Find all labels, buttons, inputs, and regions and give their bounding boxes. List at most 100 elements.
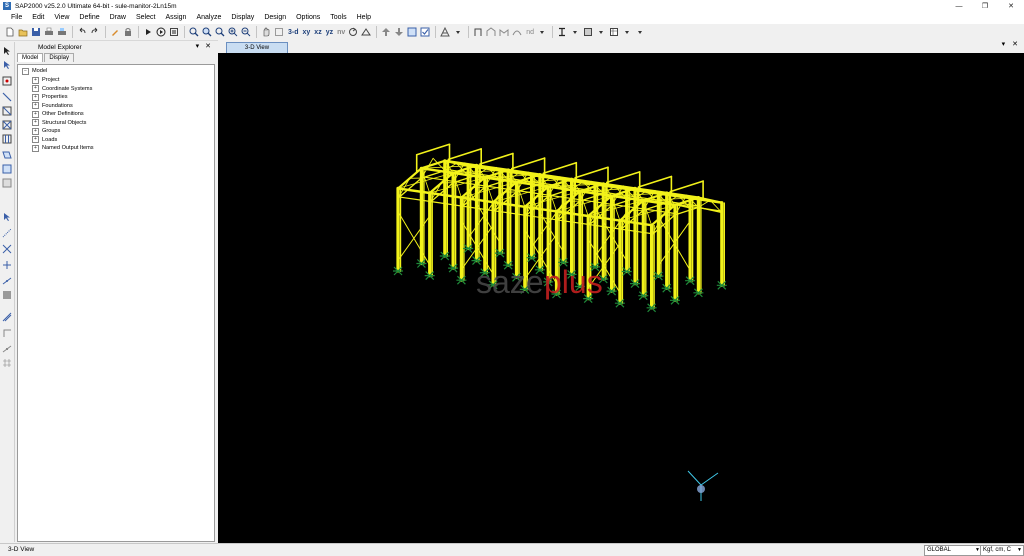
tree-node-groups[interactable]: + Groups	[32, 127, 60, 135]
explorer-close-button[interactable]: ✕	[205, 42, 211, 50]
snap-grid-icon[interactable]	[2, 358, 12, 368]
quick-draw-frame-icon[interactable]	[2, 106, 12, 116]
dropdown-arrow-icon[interactable]	[536, 26, 548, 38]
menu-draw[interactable]: Draw	[105, 12, 131, 24]
frame-shape-icon[interactable]	[472, 26, 484, 38]
save-icon[interactable]	[30, 26, 42, 38]
zoom-in-icon[interactable]	[227, 26, 239, 38]
lock-icon[interactable]	[122, 26, 134, 38]
new-model-icon[interactable]	[4, 26, 16, 38]
run-analysis-icon[interactable]	[142, 26, 154, 38]
draw-joint-icon[interactable]	[2, 76, 12, 86]
menu-edit[interactable]: Edit	[27, 12, 49, 24]
expand-icon[interactable]: +	[32, 145, 39, 152]
rubber-band-zoom-icon[interactable]	[273, 26, 285, 38]
view-3d-button[interactable]: 3-d	[286, 29, 301, 36]
units-select[interactable]: Kgf, cm, C ▼	[980, 545, 1024, 556]
explorer-pin-button[interactable]: ▾	[196, 42, 200, 50]
move-down-icon[interactable]	[393, 26, 405, 38]
redo-icon[interactable]	[89, 26, 101, 38]
view-nv-button[interactable]: nv	[335, 29, 347, 36]
tree-node-project[interactable]: + Project	[32, 76, 59, 84]
color-swatch-icon[interactable]	[2, 290, 12, 300]
tab-model[interactable]: Model	[17, 53, 43, 62]
expand-icon[interactable]: +	[32, 94, 39, 101]
draw-secondary-icon[interactable]	[2, 134, 12, 144]
menu-select[interactable]: Select	[131, 12, 160, 24]
dropdown-arrow-icon[interactable]	[569, 26, 581, 38]
expand-icon[interactable]: +	[32, 128, 39, 135]
expand-icon[interactable]: +	[32, 85, 39, 92]
view-xy-button[interactable]: xy	[301, 29, 313, 36]
snap-intersections-icon[interactable]	[2, 312, 12, 322]
minimize-button[interactable]: —	[946, 0, 972, 12]
reshape-icon[interactable]	[2, 60, 12, 70]
select-intersect-icon[interactable]	[2, 228, 12, 238]
view-yz-button[interactable]: yz	[324, 29, 335, 36]
menu-display[interactable]: Display	[226, 12, 259, 24]
snap-joints-icon[interactable]	[2, 260, 12, 270]
expand-icon[interactable]: +	[32, 102, 39, 109]
menu-analyze[interactable]: Analyze	[191, 12, 226, 24]
pan-icon[interactable]	[260, 26, 272, 38]
dropdown-arrow-icon[interactable]	[621, 26, 633, 38]
check-icon[interactable]	[419, 26, 431, 38]
frame-arch-icon[interactable]	[485, 26, 497, 38]
tree-node-coordinate-systems[interactable]: + Coordinate Systems	[32, 85, 92, 93]
snap-midpoint-icon[interactable]	[2, 344, 12, 354]
tree-node-named-output-items[interactable]: + Named Output Items	[32, 144, 94, 152]
draw-frame-icon[interactable]	[2, 92, 12, 102]
3d-model-canvas[interactable]: saze plus	[218, 53, 1024, 543]
print-graphics-icon[interactable]	[56, 26, 68, 38]
draw-area-icon[interactable]	[2, 150, 12, 160]
tree-node-properties[interactable]: + Properties	[32, 93, 68, 101]
zoom-out-icon[interactable]	[240, 26, 252, 38]
tab-display[interactable]: Display	[44, 53, 74, 62]
pointer-icon[interactable]	[2, 46, 12, 56]
view-pin-button[interactable]: ▾	[1002, 40, 1006, 48]
dropdown-arrow-icon[interactable]	[452, 26, 464, 38]
draw-braces-icon[interactable]	[2, 120, 12, 130]
snap-lines-icon[interactable]	[2, 276, 12, 286]
lock-model-icon[interactable]	[168, 26, 180, 38]
perspective-icon[interactable]	[360, 26, 372, 38]
frame-curve-icon[interactable]	[511, 26, 523, 38]
tree-node-loads[interactable]: + Loads	[32, 136, 57, 144]
set-display-icon[interactable]	[439, 26, 451, 38]
i-section-icon[interactable]	[556, 26, 568, 38]
nd-button[interactable]: nd	[524, 29, 536, 36]
draw-rect-area-icon[interactable]	[2, 164, 12, 174]
close-button[interactable]: ✕	[998, 0, 1024, 12]
expand-icon[interactable]: +	[32, 77, 39, 84]
open-icon[interactable]	[17, 26, 29, 38]
tree-node-structural-objects[interactable]: + Structural Objects	[32, 119, 86, 127]
run-now-icon[interactable]	[155, 26, 167, 38]
zoom-previous-icon[interactable]	[214, 26, 226, 38]
collapse-icon[interactable]: −	[22, 68, 29, 75]
tree-node-model[interactable]: − Model	[22, 67, 47, 75]
coordinate-system-select[interactable]: GLOBAL ▼	[924, 545, 982, 556]
menu-define[interactable]: Define	[74, 12, 104, 24]
menu-design[interactable]: Design	[259, 12, 291, 24]
pencil-icon[interactable]	[109, 26, 121, 38]
frame-truss-icon[interactable]	[498, 26, 510, 38]
menu-options[interactable]: Options	[291, 12, 325, 24]
quick-draw-area-icon[interactable]	[2, 178, 12, 188]
undo-icon[interactable]	[76, 26, 88, 38]
deselect-icon[interactable]	[2, 244, 12, 254]
select-all-icon[interactable]	[2, 212, 12, 222]
dropdown-arrow-icon[interactable]	[595, 26, 607, 38]
expand-icon[interactable]: +	[32, 111, 39, 118]
menu-assign[interactable]: Assign	[160, 12, 191, 24]
display-options-icon[interactable]	[406, 26, 418, 38]
expand-icon[interactable]: +	[32, 119, 39, 126]
menu-help[interactable]: Help	[352, 12, 376, 24]
rotate-3d-icon[interactable]	[347, 26, 359, 38]
zoom-full-icon[interactable]	[201, 26, 213, 38]
shell-icon[interactable]	[582, 26, 594, 38]
view-close-button[interactable]: ✕	[1012, 40, 1018, 48]
tree-node-other-definitions[interactable]: + Other Definitions	[32, 110, 84, 118]
print-icon[interactable]	[43, 26, 55, 38]
menu-file[interactable]: File	[6, 12, 27, 24]
move-up-icon[interactable]	[380, 26, 392, 38]
